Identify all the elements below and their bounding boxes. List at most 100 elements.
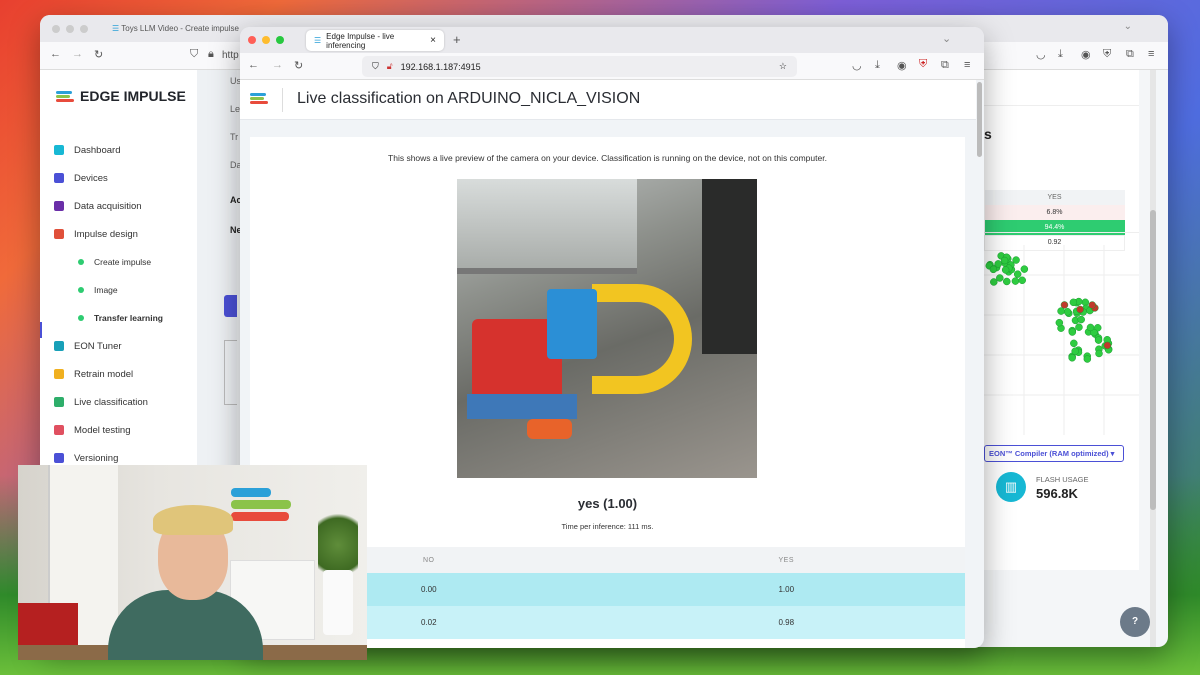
close-button[interactable]	[248, 36, 256, 44]
sidebar-item-versioning[interactable]: Versioning	[54, 450, 118, 466]
scatter-point[interactable]	[990, 278, 998, 286]
chevron-down-icon[interactable]: ⌄	[1124, 21, 1132, 32]
pocket-icon[interactable]: ◡	[852, 59, 862, 72]
scatter-point[interactable]	[1070, 339, 1078, 348]
help-button[interactable]: ?	[1120, 607, 1150, 637]
sidebar-item-devices[interactable]: Devices	[54, 170, 108, 186]
extension-shield-icon[interactable]: ⛨	[1103, 48, 1111, 61]
sidebar-item-image[interactable]: Image	[78, 282, 118, 298]
new-tab-icon[interactable]: +	[453, 32, 461, 47]
account-icon[interactable]: ◉	[897, 59, 907, 72]
front-tab-bar: ☰ Edge Impulse - live inferencing × + ⌄	[240, 27, 984, 53]
nav-icon	[54, 397, 64, 407]
compiler-select-value: EON™ Compiler (RAM optimized)	[989, 449, 1109, 458]
minimize-button[interactable]	[66, 25, 74, 33]
scatter-point[interactable]	[1076, 305, 1084, 314]
bookmark-star-icon[interactable]: ☆	[779, 61, 787, 72]
back-tab[interactable]: ☰ Toys LLM Video - Create impulse	[112, 24, 239, 33]
pocket-icon[interactable]: ◡	[1036, 48, 1046, 61]
download-icon[interactable]: ⤓	[875, 59, 880, 72]
scatter-point[interactable]	[1103, 341, 1112, 350]
sidebar-item-data-acquisition[interactable]: Data acquisition	[54, 198, 142, 214]
scatter-point[interactable]	[1020, 265, 1029, 273]
scatter-point[interactable]	[1086, 323, 1095, 332]
scatter-point[interactable]	[1000, 256, 1009, 265]
menu-icon[interactable]: ≡	[964, 59, 970, 71]
forward-icon[interactable]: →	[272, 59, 283, 71]
primary-button[interactable]	[224, 295, 237, 317]
input-box[interactable]	[224, 340, 237, 405]
minimize-button[interactable]	[262, 36, 270, 44]
scatter-point[interactable]	[1071, 347, 1079, 355]
forward-icon[interactable]: →	[72, 48, 83, 60]
extensions-icon[interactable]: ⧉	[1126, 48, 1134, 61]
chip-icon: ▥	[996, 472, 1026, 502]
wall-logo	[231, 485, 291, 524]
back-icon[interactable]: ←	[50, 48, 61, 60]
reload-icon[interactable]: ↻	[294, 59, 303, 72]
sidebar-item-dashboard[interactable]: Dashboard	[54, 142, 120, 158]
compiler-select[interactable]: EON™ Compiler (RAM optimized) ▾	[984, 445, 1124, 462]
account-icon[interactable]: ◉	[1081, 48, 1091, 61]
scatter-point[interactable]	[1012, 256, 1020, 264]
front-toolbar: ← → ↻ ⛉ 🔓︎ 192.168.1.187:4915 ☆ ◡ ⤓ ◉ ⛨ …	[240, 53, 984, 80]
download-icon[interactable]: ⤓	[1058, 48, 1063, 61]
presenter-hair	[153, 505, 233, 535]
nav-icon	[54, 173, 64, 183]
menu-icon[interactable]: ≡	[1148, 48, 1154, 60]
scatter-point[interactable]	[1057, 307, 1065, 315]
scatter-point[interactable]	[1063, 308, 1072, 316]
scatter-point[interactable]	[1055, 318, 1064, 327]
zoom-button[interactable]	[276, 36, 284, 44]
close-tab-icon[interactable]: ×	[430, 35, 436, 46]
url-bar[interactable]: ⛉ 🔓︎ 192.168.1.187:4915 ☆	[362, 56, 797, 77]
url-field[interactable]: http	[222, 50, 239, 61]
sidebar-item-label: Live classification	[74, 396, 148, 408]
close-button[interactable]	[52, 25, 60, 33]
scatter-point[interactable]	[1083, 355, 1092, 363]
truncated-label: Le	[230, 104, 241, 114]
shield-icon: ⛉	[372, 61, 379, 71]
scatter-point[interactable]	[1068, 354, 1076, 362]
scatter-point[interactable]	[1001, 266, 1010, 274]
sidebar-item-eon-tuner[interactable]: EON Tuner	[54, 338, 122, 354]
sidebar-item-live-classification[interactable]: Live classification	[54, 394, 148, 410]
scatter-point[interactable]	[996, 274, 1004, 282]
zoom-button[interactable]	[80, 25, 88, 33]
scatter-point[interactable]	[1077, 315, 1085, 324]
scatter-point[interactable]	[1060, 301, 1069, 309]
active-tab[interactable]: ☰ Edge Impulse - live inferencing ×	[306, 30, 444, 51]
front-scrollbar[interactable]	[977, 82, 982, 157]
scatter-point[interactable]	[989, 265, 998, 274]
sidebar-item-transfer-learning[interactable]: Transfer learning	[78, 310, 163, 326]
scatter-point[interactable]	[1003, 277, 1011, 286]
sidebar-item-label: Impulse design	[74, 228, 138, 240]
scatter-point[interactable]	[1011, 277, 1020, 285]
tab-title: Toys LLM Video - Create impulse	[121, 24, 239, 33]
back-scrollbar[interactable]	[1150, 70, 1156, 647]
scatter-point[interactable]	[1013, 270, 1022, 278]
scatter-point[interactable]	[1018, 276, 1026, 285]
page-title: Live classification on ARDUINO_NICLA_VIS…	[297, 90, 641, 107]
sidebar-item-label: Dashboard	[74, 144, 121, 156]
sidebar-item-label: Transfer learning	[94, 313, 163, 323]
bullet-icon	[78, 287, 84, 293]
scatter-point[interactable]	[1068, 328, 1077, 336]
scatter-point[interactable]	[1094, 336, 1103, 344]
sidebar-item-model-testing[interactable]: Model testing	[54, 422, 131, 438]
extensions-icon[interactable]: ⧉	[941, 59, 949, 72]
scatter-point[interactable]	[994, 260, 1002, 268]
sidebar-item-impulse-design[interactable]: Impulse design	[54, 226, 138, 242]
reload-icon[interactable]: ↻	[94, 48, 103, 61]
back-icon[interactable]: ←	[248, 59, 259, 71]
extension-shield-icon[interactable]: ⛨	[919, 58, 927, 71]
scatter-point[interactable]	[1075, 323, 1083, 331]
scatter-point[interactable]	[1095, 349, 1103, 358]
chevron-down-icon[interactable]: ⌄	[942, 32, 951, 45]
sidebar-item-create-impulse[interactable]: Create impulse	[78, 254, 151, 270]
feature-explorer-scatter[interactable]	[984, 245, 1139, 435]
sidebar-item-retrain-model[interactable]: Retrain model	[54, 366, 133, 382]
scatter-point[interactable]	[1069, 298, 1078, 307]
scatter-point[interactable]	[1088, 301, 1096, 309]
bullet-icon	[78, 259, 84, 265]
